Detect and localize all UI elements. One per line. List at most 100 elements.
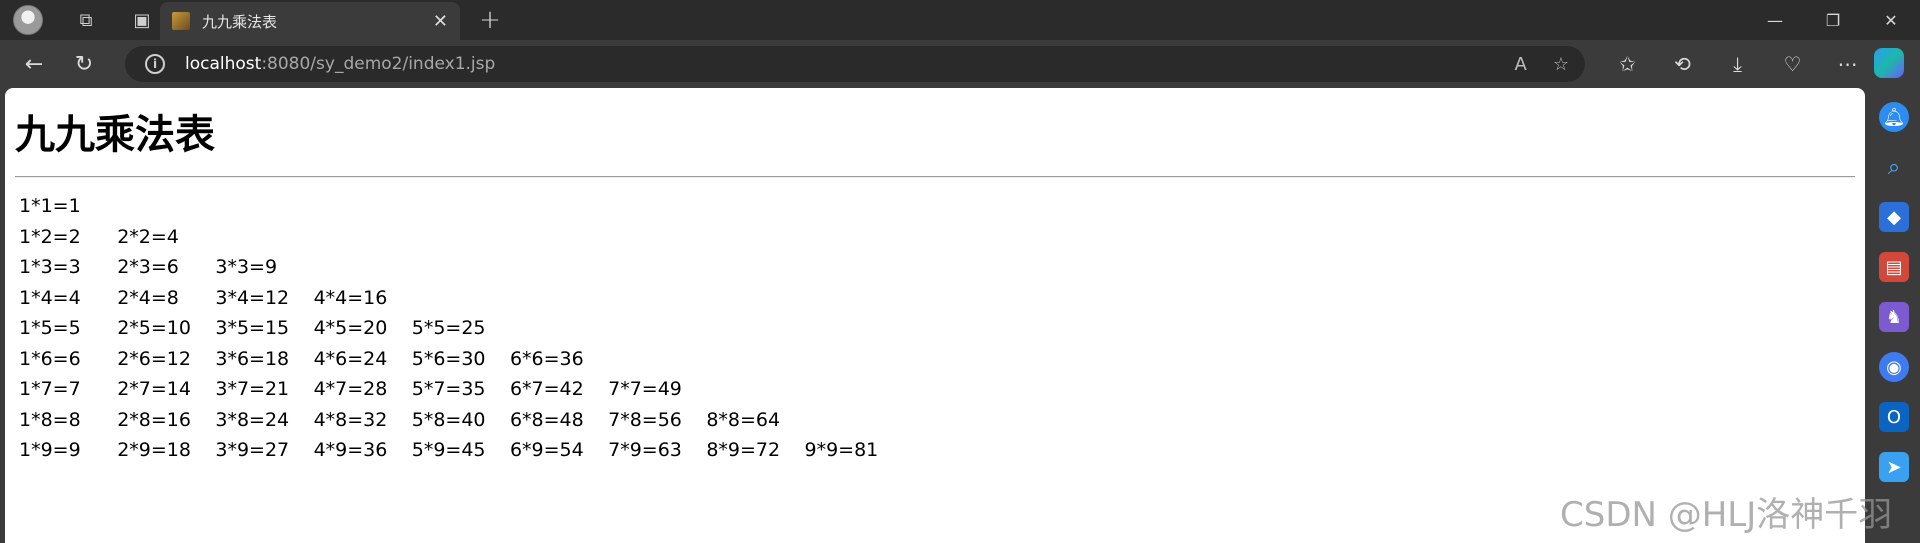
table-cell: 9*9=81 xyxy=(804,439,879,462)
tab-actions-icon[interactable]: ▣ xyxy=(122,0,162,40)
notification-icon[interactable]: 🔔︎ xyxy=(1879,102,1909,132)
edge-sidebar: 🔔︎ ⌕ ◆ ▤ ♞ ◉ O ➤ xyxy=(1868,88,1920,543)
table-cell: 3*6=18 xyxy=(215,347,290,370)
back-button[interactable]: ← xyxy=(12,44,56,84)
browser-window: ⧉ ▣ 九九乘法表 ✕ + — ❐ ✕ ← ↻ i localhost :808… xyxy=(0,0,1920,543)
table-cell: 2*7=14 xyxy=(117,378,191,401)
window-controls: — ❐ ✕ xyxy=(1746,0,1920,40)
table-cell: 5*6=30 xyxy=(411,347,486,370)
tab-title: 九九乘法表 xyxy=(202,12,278,31)
table-cell: 2*6=12 xyxy=(117,347,191,370)
table-cell: 6*8=48 xyxy=(509,408,584,431)
table-cell: 3*5=15 xyxy=(215,317,290,340)
table-row: 1*1=1 xyxy=(19,191,903,222)
table-cell: 2*8=16 xyxy=(117,408,191,431)
table-cell: 1*4=4 xyxy=(19,286,81,309)
table-cell: 2*3=6 xyxy=(117,256,179,279)
table-row: 1*7=7 2*7=14 3*7=21 4*7=28 5*7=35 6*7=42 7*7=4… xyxy=(19,374,903,405)
table-cell: 1*7=7 xyxy=(19,378,81,401)
send-icon[interactable]: ➤ xyxy=(1879,452,1909,482)
table-cell: 1*3=3 xyxy=(19,256,81,279)
table-row: 1*5=5 2*5=10 3*5=15 4*5=20 5*5=25 xyxy=(19,313,903,344)
site-info-icon[interactable]: i xyxy=(145,54,165,74)
tools-icon[interactable]: ▤ xyxy=(1879,252,1909,282)
read-aloud-icon[interactable]: A xyxy=(1515,54,1527,75)
table-row: 1*4=4 2*4=8 3*4=12 4*4=16 xyxy=(19,283,903,314)
search-icon[interactable]: ⌕ xyxy=(1879,152,1909,182)
table-cell: 3*4=12 xyxy=(215,286,290,309)
toolbar-actions: ✩ ⟲ ⤓ ♡ ⋯ xyxy=(1600,40,1875,88)
tab-multiplication-table[interactable]: 九九乘法表 ✕ xyxy=(160,2,460,40)
table-cell: 5*7=35 xyxy=(411,378,486,401)
tab-close-icon[interactable]: ✕ xyxy=(433,11,448,32)
navigation-toolbar: ← ↻ i localhost :8080/sy_demo2/index1.js… xyxy=(0,40,1920,88)
table-cell: 3*9=27 xyxy=(215,439,290,462)
table-cell: 4*6=24 xyxy=(313,347,388,370)
tab-strip: ⧉ ▣ 九九乘法表 ✕ + — ❐ ✕ xyxy=(0,0,1920,40)
table-cell: 1*9=9 xyxy=(19,439,81,462)
url-path: :8080/sy_demo2/index1.jsp xyxy=(261,54,496,74)
table-cell: 1*1=1 xyxy=(19,195,81,218)
restore-button[interactable]: ❐ xyxy=(1804,0,1862,40)
page-title: 九九乘法表 xyxy=(15,112,215,158)
table-row: 1*3=3 2*3=6 3*3=9 xyxy=(19,252,903,283)
refresh-button[interactable]: ↻ xyxy=(62,44,106,84)
url-host: localhost xyxy=(185,54,262,74)
table-row: 1*9=9 2*9=18 3*9=27 4*9=36 5*9=45 6*9=54 7*9=6… xyxy=(19,435,903,466)
table-cell: 2*5=10 xyxy=(117,317,191,340)
address-bar-actions: A ☆ xyxy=(1489,46,1569,82)
table-cell: 1*6=6 xyxy=(19,347,81,370)
outlook-icon[interactable]: O xyxy=(1879,402,1909,432)
table-cell: 4*9=36 xyxy=(313,439,388,462)
multiplication-table: 1*1=1 1*2=2 2*2=4 1*3=3 2*3=6 3*3=9 1*4=4 2*4=8… xyxy=(19,191,903,466)
favorite-star-icon[interactable]: ☆ xyxy=(1553,54,1569,75)
workspaces-icon[interactable]: ⧉ xyxy=(66,0,106,40)
minimize-button[interactable]: — xyxy=(1746,0,1804,40)
close-window-button[interactable]: ✕ xyxy=(1862,0,1920,40)
table-cell: 8*9=72 xyxy=(706,439,781,462)
table-row: 1*2=2 2*2=4 xyxy=(19,222,903,253)
table-cell: 2*4=8 xyxy=(117,286,179,309)
address-bar[interactable]: i localhost :8080/sy_demo2/index1.jsp A … xyxy=(125,46,1585,82)
new-tab-button[interactable]: + xyxy=(470,0,510,40)
table-cell: 1*2=2 xyxy=(19,225,81,248)
watermark: CSDN @HLJ洛神千羽 xyxy=(1560,495,1893,535)
history-icon[interactable]: ⟲ xyxy=(1655,52,1710,76)
browser-essentials-icon[interactable]: ♡ xyxy=(1765,52,1820,76)
table-row: 1*8=8 2*8=16 3*8=24 4*8=32 5*8=40 6*8=48 7*8=5… xyxy=(19,405,903,436)
table-cell: 8*8=64 xyxy=(706,408,781,431)
table-cell: 1*5=5 xyxy=(19,317,81,340)
table-row: 1*6=6 2*6=12 3*6=18 4*6=24 5*6=30 6*6=36 xyxy=(19,344,903,375)
tomcat-favicon-icon xyxy=(172,12,190,30)
table-cell: 4*4=16 xyxy=(313,286,388,309)
favorites-icon[interactable]: ✩ xyxy=(1600,52,1655,76)
divider xyxy=(15,176,1855,178)
table-cell: 2*9=18 xyxy=(117,439,191,462)
web-page: 九九乘法表 1*1=1 1*2=2 2*2=4 1*3=3 2*3=6 3*3=9 1*4=… xyxy=(5,88,1865,543)
table-cell: 5*5=25 xyxy=(411,317,486,340)
copilot-icon[interactable] xyxy=(1874,48,1904,78)
table-cell: 1*8=8 xyxy=(19,408,81,431)
table-cell: 3*8=24 xyxy=(215,408,290,431)
table-cell: 2*2=4 xyxy=(117,225,179,248)
table-cell: 6*7=42 xyxy=(509,378,584,401)
table-cell: 5*8=40 xyxy=(411,408,486,431)
table-cell: 3*3=9 xyxy=(215,256,278,279)
table-cell: 7*7=49 xyxy=(608,378,682,401)
table-cell: 5*9=45 xyxy=(411,439,486,462)
table-cell: 4*5=20 xyxy=(313,317,388,340)
table-cell: 4*8=32 xyxy=(313,408,388,431)
shopping-icon[interactable]: ◆ xyxy=(1879,202,1909,232)
table-cell: 4*7=28 xyxy=(313,378,388,401)
table-cell: 7*8=56 xyxy=(608,408,682,431)
table-cell: 3*7=21 xyxy=(215,378,290,401)
more-icon[interactable]: ⋯ xyxy=(1820,52,1875,76)
table-cell: 6*9=54 xyxy=(509,439,584,462)
games-icon[interactable]: ♞ xyxy=(1879,302,1909,332)
table-cell: 6*6=36 xyxy=(509,347,584,370)
profile-button[interactable] xyxy=(8,0,48,40)
avatar xyxy=(13,5,43,35)
table-cell: 7*9=63 xyxy=(608,439,682,462)
downloads-icon[interactable]: ⤓ xyxy=(1710,52,1765,76)
microsoft365-icon[interactable]: ◉ xyxy=(1879,352,1909,382)
